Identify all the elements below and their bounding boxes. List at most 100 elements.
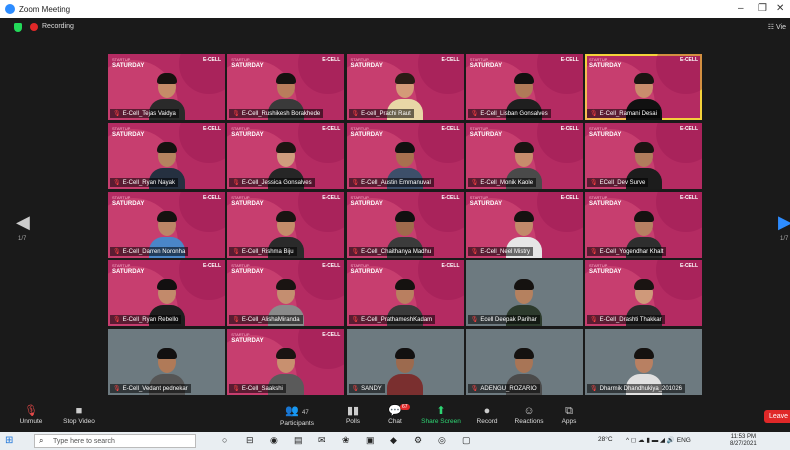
participant-tile[interactable]: STARTUP SATURDAY E-CELL 🎙 E-Cell_Jessica Gon…: [227, 122, 345, 189]
ecell-logo: E-CELL: [322, 263, 341, 270]
taskbar-app-icon[interactable]: ◎: [438, 435, 446, 446]
muted-mic-icon: 🎙: [113, 179, 121, 186]
participant-tile[interactable]: STARTUP SATURDAY E-CELL 🎙 E-Cell_Saakshi: [227, 329, 345, 395]
participant-tile[interactable]: STARTUP SATURDAY E-CELL 🎙 E-Cell_Rushikesh B…: [227, 54, 345, 120]
ecell-logo: E-CELL: [322, 194, 341, 201]
apps-button[interactable]: ⧉ Apps: [542, 404, 596, 425]
unmute-button[interactable]: 🎙 Unmute: [4, 404, 58, 425]
event-banner: STARTUP SATURDAY: [112, 194, 145, 207]
ecell-logo: E-CELL: [441, 57, 460, 63]
leave-button[interactable]: Leave: [764, 410, 790, 423]
participant-tile[interactable]: STARTUP SATURDAY E-CELL 🎙 E-Cell_Ryan Nayak: [108, 122, 225, 189]
next-page-arrow-icon[interactable]: ▶: [778, 212, 790, 233]
chat-label: Chat: [388, 418, 402, 425]
participant-tile[interactable]: STARTUP SATURDAY E-CELL 🎙 E-Cell_Rishma Biju: [227, 191, 345, 258]
event-banner: STARTUP SATURDAY: [469, 57, 503, 69]
close-button[interactable]: ✕: [776, 3, 784, 14]
muted-mic-icon: 🎙: [351, 317, 360, 324]
taskbar-app-icon[interactable]: ⊟: [246, 435, 254, 446]
participant-tile[interactable]: STARTUP SATURDAY E-CELL 🎙 E-Cell_Yogendhar K…: [585, 191, 702, 258]
taskbar-app-icon[interactable]: ○: [222, 435, 227, 445]
participant-name: 🎙 E-Cell_Darren Noronha: [110, 246, 189, 256]
windows-taskbar: ⊞ ⌕ Type here to search ○ ⊟ ◉ ▤ ✉ ❀ ▣ ◆ ⚙ ◎ ▢ 28°C…: [0, 432, 790, 450]
apps-label: Apps: [561, 418, 577, 425]
video-camera-icon: ■: [75, 405, 83, 417]
ecell-logo: E-CELL: [679, 263, 698, 270]
participant-name: 🎙 SANDY: [348, 384, 385, 393]
taskbar-app-icon[interactable]: ⚙: [414, 435, 422, 446]
shield-icon[interactable]: [14, 23, 22, 32]
clock-date: 8/27/2021: [730, 441, 757, 447]
muted-mic-icon: 🎙: [590, 317, 598, 324]
prev-page-arrow-icon[interactable]: ◀: [16, 212, 30, 233]
participant-tile[interactable]: STARTUP SATURDAY E-CELL 🎙 E-Cell_Drashti Tha…: [585, 260, 702, 327]
microphone-muted-icon: 🎙: [24, 405, 38, 417]
participant-name: 🎙 E-Cell_Monik Kaole: [467, 177, 537, 187]
participant-tile[interactable]: STARTUP SATURDAY E-CELL 🎙 E-Cell_Neel Mistry: [465, 191, 583, 258]
minimize-button[interactable]: –: [738, 3, 744, 14]
windows-start-icon[interactable]: ⊞: [5, 435, 13, 446]
participant-tile[interactable]: STARTUP SATURDAY E-CELL 🎙 E-Cell_Chaithanya …: [346, 191, 464, 258]
unmute-label: Unmute: [19, 418, 43, 425]
taskbar-app-icon[interactable]: ▤: [294, 435, 303, 446]
participant-video: [385, 347, 425, 395]
muted-mic-icon: 🎙: [113, 386, 121, 392]
taskbar-app-icon[interactable]: ◆: [390, 435, 397, 446]
stop-video-button[interactable]: ■ Stop Video: [52, 404, 106, 425]
muted-mic-icon: 🎙: [232, 179, 240, 186]
participant-tile[interactable]: STARTUP SATURDAY E-CELL 🎙 E-Cell_Austin Emma…: [346, 122, 464, 189]
ecell-logo: E-CELL: [322, 332, 341, 338]
participant-tile[interactable]: STARTUP SATURDAY E-CELL 🎙 E-cell_Prachi Raut: [346, 54, 464, 120]
weather-widget[interactable]: 28°C: [598, 436, 613, 443]
taskbar-app-icon[interactable]: ❀: [342, 435, 350, 446]
taskbar-app-icon[interactable]: ▣: [366, 435, 375, 446]
participant-name: 🎙 E-Cell_Jessica Gonsalves: [229, 177, 315, 187]
participant-tile[interactable]: 🎙 SANDY: [346, 329, 464, 395]
muted-mic-icon: 🎙: [470, 111, 479, 117]
participant-tile[interactable]: 🎙 E-Cell_Vedant pednekar: [108, 329, 225, 395]
restore-button[interactable]: ❐: [758, 3, 767, 14]
participant-tile[interactable]: STARTUP SATURDAY E-CELL 🎙 E-Cell_Darren Noro…: [108, 191, 225, 258]
participant-name: 🎙 E-Cell_Neel Mistry: [467, 246, 534, 256]
event-banner: STARTUP SATURDAY: [350, 194, 383, 207]
prev-page-number: 1/7: [18, 236, 27, 242]
view-button[interactable]: ☷ Vie: [768, 23, 786, 31]
recording-icon: [30, 23, 38, 31]
participant-tile[interactable]: 🎙 Dharmik Dhandhukiya_201026: [585, 329, 702, 395]
participant-name: 🎙 E-Cell_PrathameshKadam: [348, 315, 436, 325]
participant-tile[interactable]: STARTUP SATURDAY E-CELL 🎙 E-Cell_AlishaMiran…: [227, 260, 345, 327]
participant-tile[interactable]: STARTUP SATURDAY E-CELL 🎙 E-Cell_Tejas Vaidy…: [108, 54, 225, 120]
participants-button[interactable]: 👥 47 Participants: [270, 404, 324, 427]
participant-tile[interactable]: STARTUP SATURDAY E-CELL 🎙 ECell_Dev Surve: [585, 122, 702, 189]
event-banner: STARTUP SATURDAY: [350, 57, 383, 69]
clock-time: 11:53 PM: [730, 434, 756, 440]
muted-mic-icon: 🎙: [470, 317, 479, 324]
system-tray[interactable]: ^ ◻ ☁ ▮ ▬ ◢ 🔊 ENG: [626, 436, 691, 444]
participant-tile[interactable]: STARTUP SATURDAY E-CELL 🎙 E-Cell_Ryan Rebell…: [108, 260, 225, 327]
event-banner: STARTUP SATURDAY: [231, 194, 264, 207]
participant-name: 🎙 E-Cell_Ryan Rebello: [110, 315, 182, 325]
participant-tile[interactable]: 🎙 Ecell Deepak Parihar: [465, 260, 583, 327]
taskbar-clock[interactable]: 11:53 PM 8/27/2021: [730, 434, 757, 448]
taskbar-app-icon[interactable]: ✉: [318, 435, 326, 446]
participant-name: 🎙 ADENGU_ROZARIO: [467, 384, 540, 393]
muted-mic-icon: 🎙: [113, 317, 121, 324]
ecell-logo: E-CELL: [679, 57, 698, 63]
muted-mic-icon: 🎙: [351, 111, 360, 117]
taskbar-search-box[interactable]: ⌕ Type here to search: [34, 434, 196, 448]
apps-icon: ⧉: [565, 405, 573, 417]
event-banner: STARTUP SATURDAY: [112, 57, 145, 69]
participant-tile[interactable]: 🎙 ADENGU_ROZARIO: [465, 329, 583, 395]
event-banner: STARTUP SATURDAY: [469, 194, 503, 207]
taskbar-app-icon[interactable]: ◉: [270, 435, 278, 446]
participant-name: 🎙 E-Cell_Drashti Thakkar: [587, 315, 665, 325]
participant-tile[interactable]: STARTUP SATURDAY E-CELL 🎙 E-Cell_PrathameshK…: [346, 260, 464, 327]
participant-tile[interactable]: STARTUP SATURDAY E-CELL 🎙 E-Cell_Monik Kaole: [465, 122, 583, 189]
stop-video-label: Stop Video: [63, 418, 95, 425]
participant-tile[interactable]: STARTUP SATURDAY E-CELL 🎙 E-Cell_Lisban Gons…: [465, 54, 583, 120]
muted-mic-icon: 🎙: [590, 111, 598, 117]
chat-unread-badge: 67: [400, 404, 410, 410]
taskbar-app-icon[interactable]: ▢: [462, 435, 471, 446]
participant-tile[interactable]: STARTUP SATURDAY E-CELL 🎙 E-Cell_Ramani Desa…: [585, 54, 702, 120]
participant-name: 🎙 E-Cell_Chaithanya Madhu: [348, 246, 435, 256]
